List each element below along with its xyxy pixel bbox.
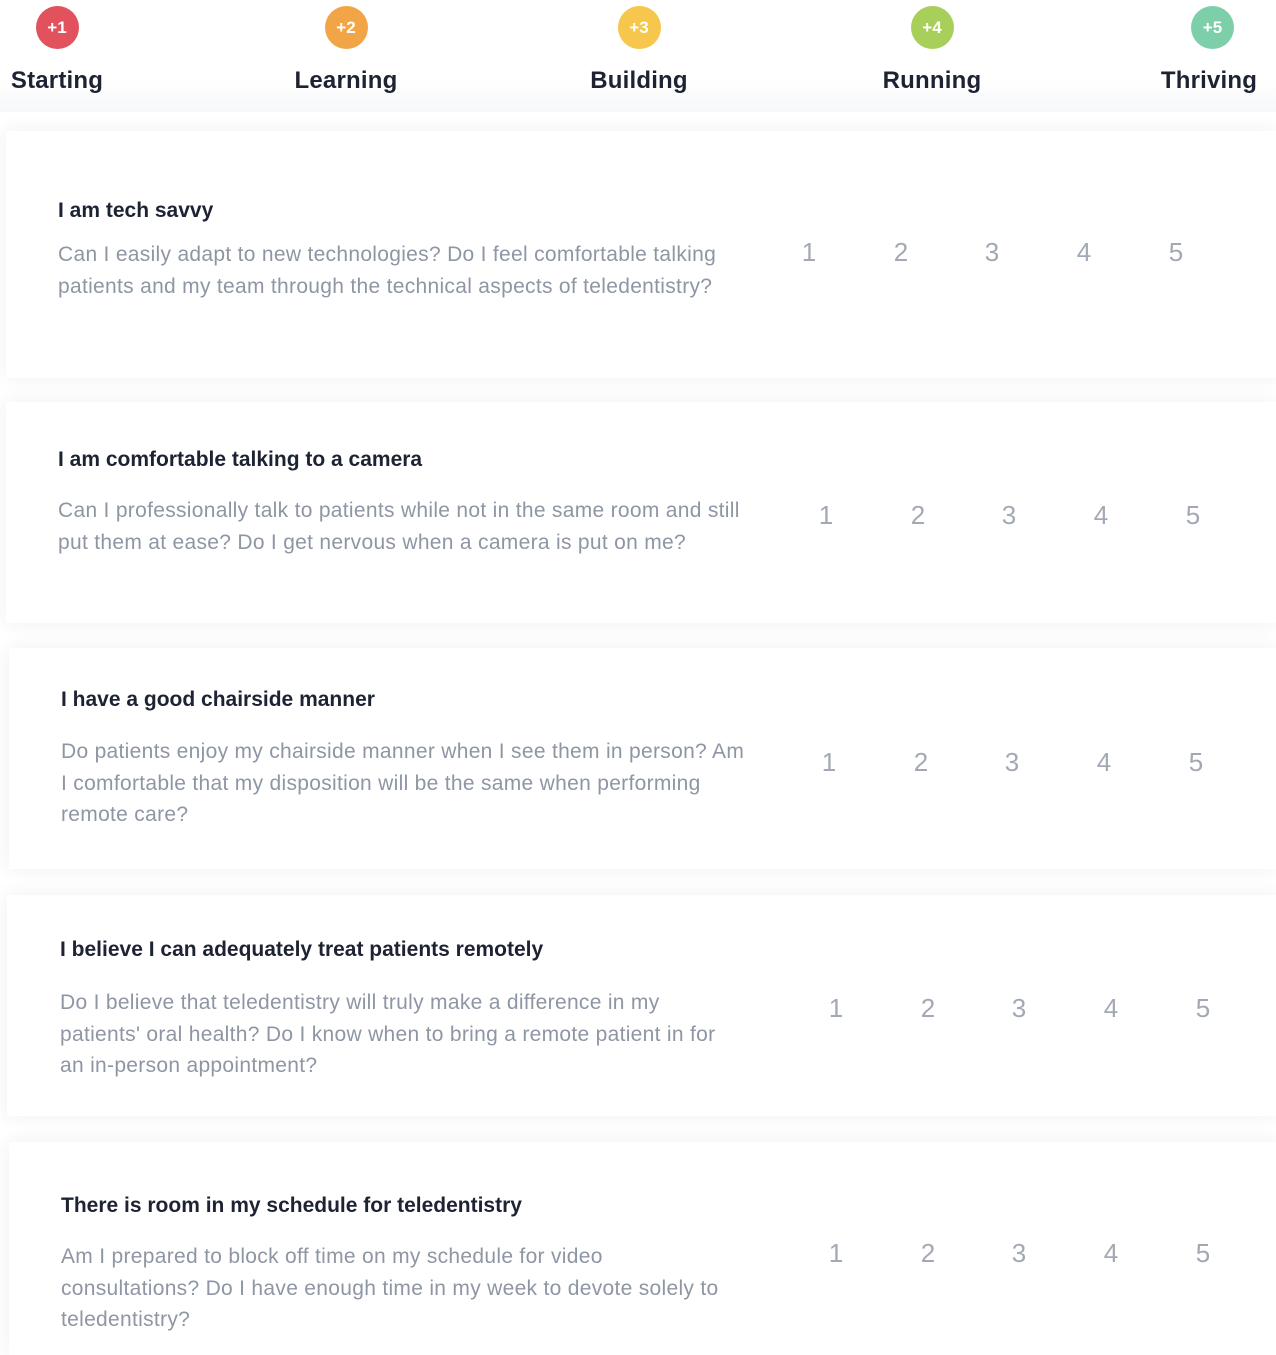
rating-option-3[interactable]: 3 [1004,1233,1034,1273]
rating-option-5[interactable]: 5 [1181,742,1211,782]
rating-scale: 1 2 3 4 5 [814,742,1214,782]
rating-scale: 1 2 3 4 5 [811,495,1211,535]
question-description: Am I prepared to block off time on my sc… [61,1245,719,1331]
rating-option-1[interactable]: 1 [814,742,844,782]
question-card-schedule: There is room in my schedule for teleden… [9,1142,1276,1355]
rating-scale: 1 2 3 4 5 [821,988,1221,1028]
level-running: +4 Running [852,6,1012,95]
rating-option-1[interactable]: 1 [821,988,851,1028]
question-card-tech-savvy: I am tech savvy Can I easily adapt to ne… [6,131,1276,378]
rating-option-4[interactable]: 4 [1069,232,1099,272]
level-name-learning: Learning [294,67,398,94]
rating-option-5[interactable]: 5 [1188,1233,1218,1273]
level-building: +3 Building [559,6,719,95]
question-description: Do patients enjoy my chairside manner wh… [61,740,745,826]
rating-option-2[interactable]: 2 [906,742,936,782]
rating-option-3[interactable]: 3 [1004,988,1034,1028]
rating-option-1[interactable]: 1 [794,232,824,272]
rating-option-3[interactable]: 3 [994,495,1024,535]
rating-option-2[interactable]: 2 [903,495,933,535]
question-title: I am tech savvy [58,199,214,222]
level-name-running: Running [882,67,982,94]
rating-scale: 1 2 3 4 5 [794,232,1194,272]
rating-option-4[interactable]: 4 [1096,988,1126,1028]
rating-option-3[interactable]: 3 [997,742,1027,782]
question-card-chairside-manner: I have a good chairside manner Do patien… [9,648,1276,869]
scale-header: +1 Starting +2 Learning +3 Building +4 R… [0,0,1276,112]
level-badge-4: +4 [910,6,954,49]
level-badge-5: +5 [1191,6,1234,49]
rating-option-5[interactable]: 5 [1178,495,1208,535]
rating-option-2[interactable]: 2 [913,988,943,1028]
rating-option-2[interactable]: 2 [913,1233,943,1273]
rating-option-4[interactable]: 4 [1096,1233,1126,1273]
question-card-treat-remotely: I believe I can adequately treat patient… [7,895,1276,1116]
level-name-thriving: Thriving [1160,67,1258,94]
level-thriving: +5 Thriving [1131,6,1276,95]
level-name-building: Building [590,67,688,94]
question-description: Can I easily adapt to new technologies? … [58,243,717,298]
rating-option-1[interactable]: 1 [821,1233,851,1273]
rating-option-3[interactable]: 3 [977,232,1007,272]
rating-option-4[interactable]: 4 [1086,495,1116,535]
level-starting: +1 Starting [0,6,137,95]
question-title: There is room in my schedule for teleden… [61,1194,522,1217]
rating-option-1[interactable]: 1 [811,495,841,535]
rating-option-5[interactable]: 5 [1188,988,1218,1028]
rating-option-4[interactable]: 4 [1089,742,1119,782]
level-badge-3: +3 [617,6,661,49]
question-title: I believe I can adequately treat patient… [60,938,544,961]
question-description: Can I professionally talk to patients wh… [58,499,740,554]
level-learning: +2 Learning [266,6,426,95]
rating-option-5[interactable]: 5 [1161,232,1191,272]
level-badge-1: +1 [35,6,79,49]
level-badge-2: +2 [324,6,368,49]
question-description: Do I believe that teledentistry will tru… [60,991,716,1077]
question-title: I have a good chairside manner [61,688,375,711]
question-card-camera: I am comfortable talking to a camera Can… [6,402,1276,623]
level-name-starting: Starting [10,67,104,94]
question-title: I am comfortable talking to a camera [58,448,423,471]
rating-scale: 1 2 3 4 5 [821,1233,1221,1273]
rating-option-2[interactable]: 2 [886,232,916,272]
